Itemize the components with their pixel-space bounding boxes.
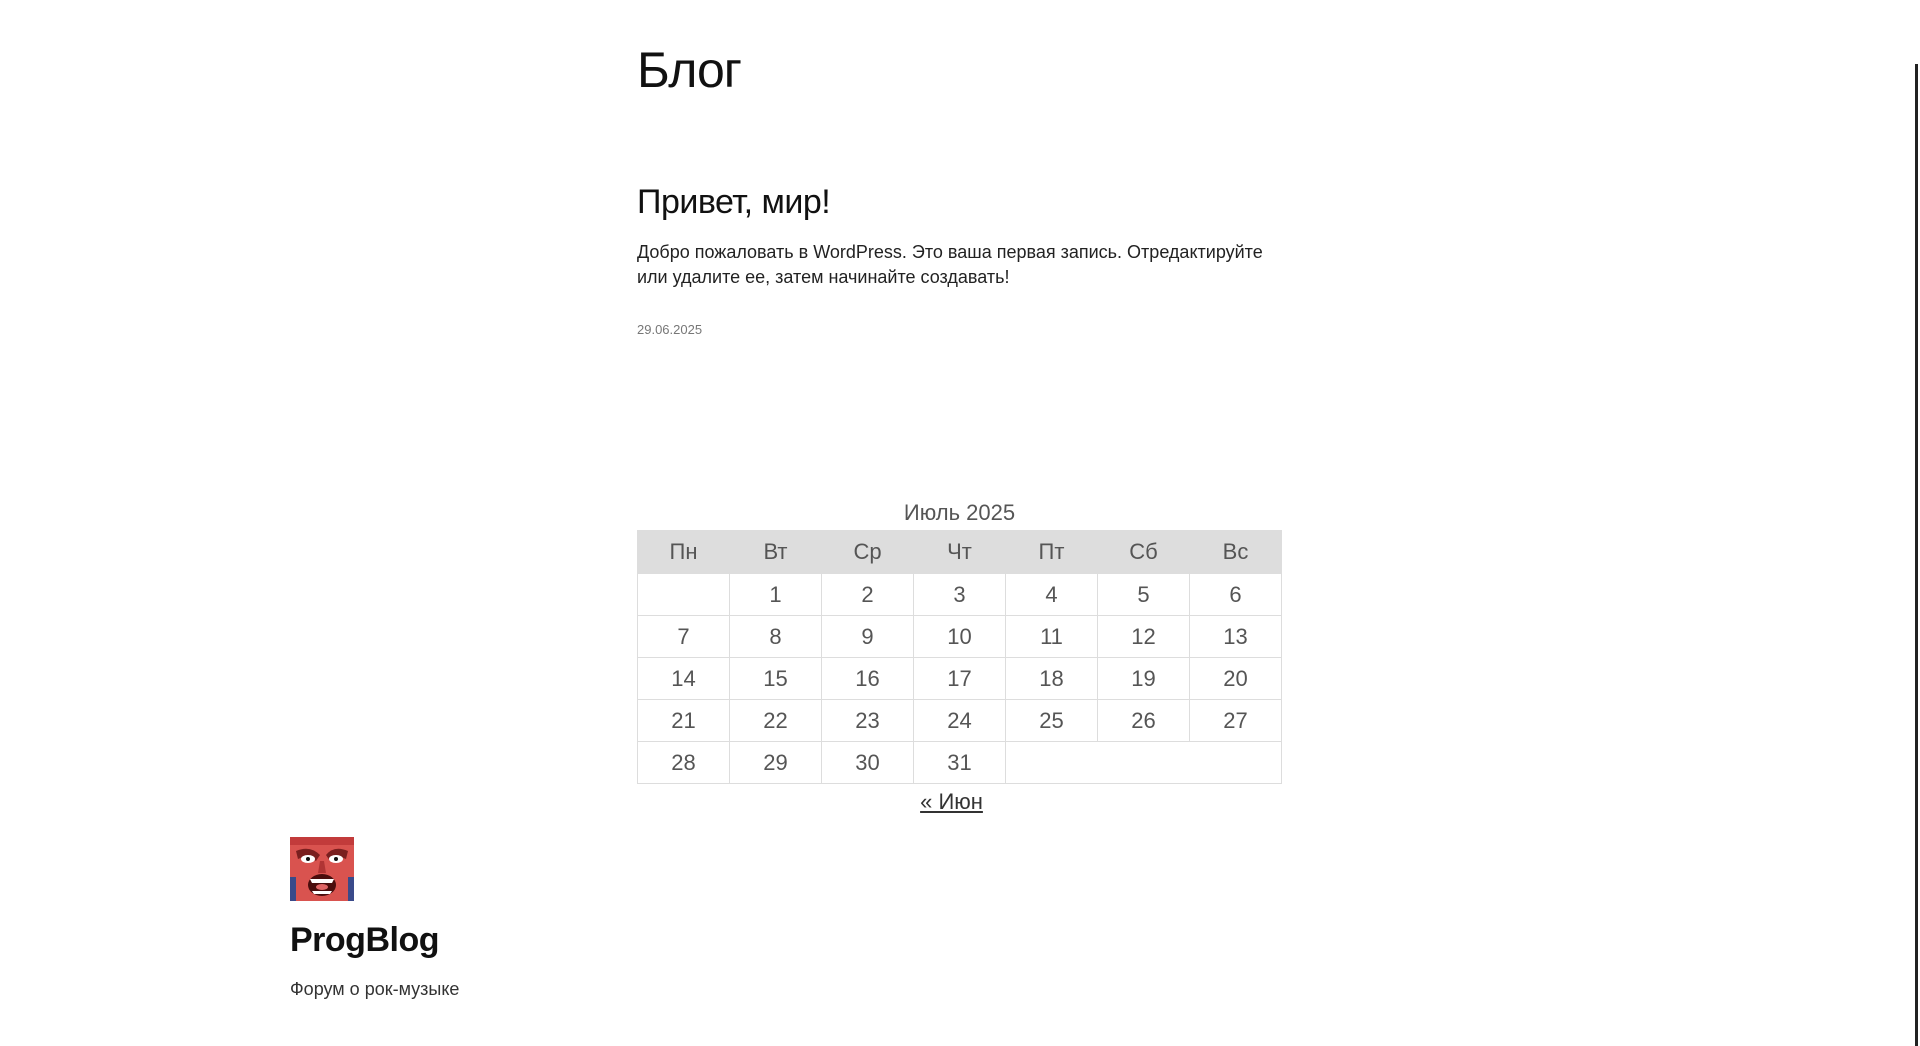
- calendar-day: 16: [821, 657, 914, 700]
- weekday-header: Вт: [729, 530, 822, 574]
- calendar-day: 3: [913, 573, 1006, 616]
- calendar-day: 23: [821, 699, 914, 742]
- calendar-day: 8: [729, 615, 822, 658]
- weekday-header: Пн: [637, 530, 730, 574]
- calendar-day: 25: [1005, 699, 1098, 742]
- weekday-header: Чт: [913, 530, 1006, 574]
- calendar-day: 18: [1005, 657, 1098, 700]
- calendar-day: 21: [637, 699, 730, 742]
- calendar-day: 6: [1189, 573, 1282, 616]
- page: Блог Привет, мир! Добро пожаловать в Wor…: [0, 0, 1920, 1046]
- calendar-day: 7: [637, 615, 730, 658]
- calendar-day: 26: [1097, 699, 1190, 742]
- calendar-day: 11: [1005, 615, 1098, 658]
- calendar-day: 20: [1189, 657, 1282, 700]
- calendar-day: 19: [1097, 657, 1190, 700]
- post-excerpt: Добро пожаловать в WordPress. Это ваша п…: [637, 242, 1263, 287]
- calendar-week-row: 7 8 9 10 11 12 13: [637, 615, 1282, 658]
- calendar-day: 14: [637, 657, 730, 700]
- calendar-day: 29: [729, 741, 822, 784]
- site-tagline: Форум о рок-музыке: [290, 979, 460, 999]
- calendar-week-row: 28 29 30 31: [637, 741, 1282, 784]
- calendar-day: 27: [1189, 699, 1282, 742]
- calendar-day: 12: [1097, 615, 1190, 658]
- album-cover-screaming-face-icon[interactable]: [290, 837, 354, 901]
- calendar-day: 10: [913, 615, 1006, 658]
- calendar-day: 4: [1005, 573, 1098, 616]
- calendar-day: 5: [1097, 573, 1190, 616]
- calendar-day: 24: [913, 699, 1006, 742]
- calendar-week-row: 1 2 3 4 5 6: [637, 573, 1282, 616]
- weekday-header: Сб: [1097, 530, 1190, 574]
- calendar-day: 31: [913, 741, 1006, 784]
- calendar-day: 17: [913, 657, 1006, 700]
- post-date[interactable]: 29.06.2025: [637, 321, 702, 339]
- page-title: Блог: [637, 42, 742, 98]
- calendar-day: 28: [637, 741, 730, 784]
- calendar-table: Пн Вт Ср Чт Пт Сб Вс 1 2 3 4 5 6 7 8 9 1…: [637, 530, 1282, 784]
- calendar-day: 30: [821, 741, 914, 784]
- calendar-week-row: 21 22 23 24 25 26 27: [637, 699, 1282, 742]
- calendar-weekday-row: Пн Вт Ср Чт Пт Сб Вс: [637, 530, 1282, 574]
- calendar-nav: « Июн: [637, 786, 1282, 821]
- calendar-day: 9: [821, 615, 914, 658]
- calendar-week-row: 14 15 16 17 18 19 20: [637, 657, 1282, 700]
- calendar-day: 13: [1189, 615, 1282, 658]
- calendar-day: 1: [729, 573, 822, 616]
- weekday-header: Пт: [1005, 530, 1098, 574]
- calendar-widget: Июль 2025 Пн Вт Ср Чт Пт Сб Вс 1 2 3 4 5…: [637, 497, 1282, 821]
- weekday-header: Ср: [821, 530, 914, 574]
- calendar-day: [637, 573, 730, 616]
- calendar-caption: Июль 2025: [903, 500, 1016, 525]
- site-name-link[interactable]: ProgBlog: [290, 918, 439, 962]
- calendar-day-empty: [1005, 741, 1282, 784]
- calendar-day: 15: [729, 657, 822, 700]
- calendar-day: 22: [729, 699, 822, 742]
- weekday-header: Вс: [1189, 530, 1282, 574]
- calendar-day: 2: [821, 573, 914, 616]
- calendar-prev-month-link[interactable]: « Июн: [920, 789, 983, 814]
- scrollbar[interactable]: [1915, 64, 1918, 1046]
- post-title-link[interactable]: Привет, мир!: [637, 180, 831, 224]
